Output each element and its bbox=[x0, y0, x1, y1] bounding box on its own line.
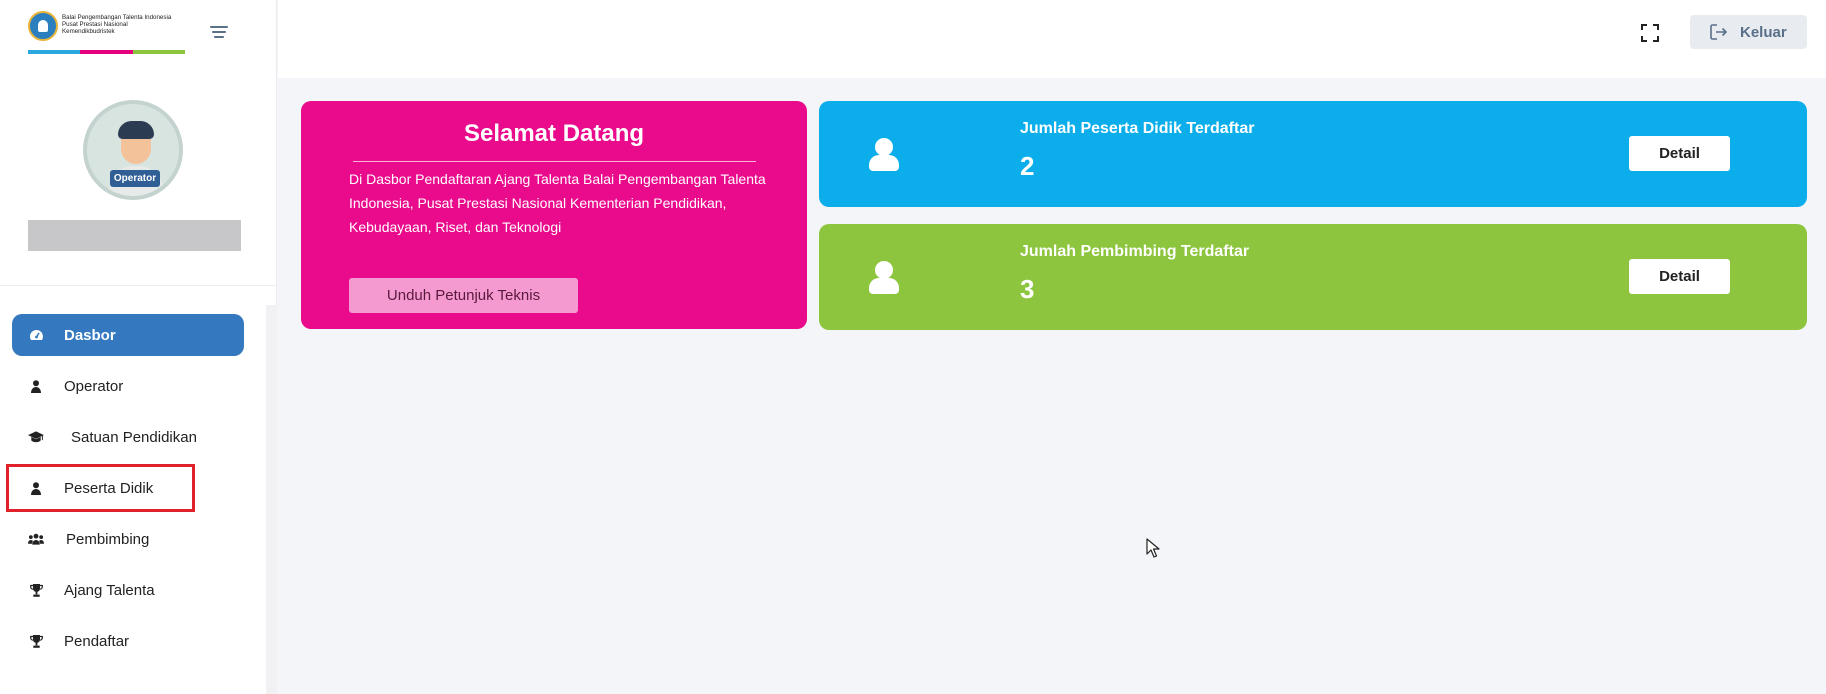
sidebar-scrollbar[interactable] bbox=[266, 305, 277, 694]
stat-value: 3 bbox=[1020, 274, 1035, 304]
sidebar-nav: Dasbor Operator Satuan Pendidikan Pesert… bbox=[6, 314, 244, 671]
sidebar-item-label: Peserta Didik bbox=[64, 479, 154, 497]
sidebar-item-label: Ajang Talenta bbox=[64, 581, 155, 599]
detail-button[interactable]: Detail bbox=[1629, 136, 1730, 171]
stat-value: 2 bbox=[1020, 151, 1035, 181]
sidebar-item-label: Pembimbing bbox=[66, 530, 150, 548]
logout-icon bbox=[1710, 24, 1728, 40]
redacted-user-name bbox=[28, 220, 241, 251]
logout-label: Keluar bbox=[1740, 23, 1787, 41]
stat-title: Jumlah Peserta Didik Terdaftar bbox=[1020, 120, 1255, 137]
sidebar-item-label: Dasbor bbox=[64, 326, 116, 344]
detail-button[interactable]: Detail bbox=[1629, 259, 1730, 294]
trophy-icon bbox=[28, 582, 44, 598]
sidebar-item-label: Pendaftar bbox=[64, 632, 130, 650]
users-icon bbox=[28, 531, 44, 547]
sidebar-item-peserta-didik[interactable]: Peserta Didik bbox=[6, 464, 244, 512]
sidebar-item-label: Operator bbox=[64, 377, 124, 395]
brand-text: Balai Pengembangan Talenta Indonesia Pus… bbox=[62, 14, 172, 36]
dashboard-icon bbox=[28, 327, 44, 343]
brand-stripe bbox=[28, 50, 185, 54]
mouse-cursor-icon bbox=[1146, 538, 1160, 558]
topbar bbox=[278, 0, 1826, 78]
menu-toggle-icon[interactable] bbox=[210, 26, 228, 40]
user-icon bbox=[28, 378, 44, 394]
stat-card-pembimbing: Jumlah Pembimbing Terdaftar 3 Detail bbox=[819, 224, 1807, 330]
sidebar: Balai Pengembangan Talenta Indonesia Pus… bbox=[0, 0, 277, 694]
welcome-text: Di Dasbor Pendaftaran Ajang Talenta Bala… bbox=[349, 171, 766, 235]
avatar: Operator bbox=[83, 100, 183, 200]
trophy-icon bbox=[28, 633, 44, 649]
download-guide-button[interactable]: Unduh Petunjuk Teknis bbox=[349, 278, 578, 313]
sidebar-item-pendaftar[interactable]: Pendaftar bbox=[12, 620, 244, 662]
welcome-title: Selamat Datang bbox=[463, 120, 645, 147]
tut-wuri-emblem-icon bbox=[28, 11, 58, 41]
sidebar-item-operator[interactable]: Operator bbox=[12, 365, 244, 407]
brand-logo[interactable]: Balai Pengembangan Talenta Indonesia Pus… bbox=[28, 10, 185, 56]
fullscreen-icon[interactable] bbox=[1641, 24, 1659, 42]
sidebar-item-ajang-talenta[interactable]: Ajang Talenta bbox=[12, 569, 244, 611]
sidebar-item-satuan-pendidikan[interactable]: Satuan Pendidikan bbox=[12, 416, 244, 458]
sidebar-item-dasbor[interactable]: Dasbor bbox=[12, 314, 244, 356]
welcome-card: Selamat Datang Di Dasbor Pendaftaran Aja… bbox=[301, 101, 807, 329]
stat-card-peserta-didik: Jumlah Peserta Didik Terdaftar 2 Detail bbox=[819, 101, 1807, 207]
user-icon bbox=[866, 135, 900, 175]
sidebar-divider bbox=[0, 285, 277, 286]
sidebar-item-label: Satuan Pendidikan bbox=[71, 428, 197, 446]
sidebar-item-pembimbing[interactable]: Pembimbing bbox=[12, 518, 244, 560]
stat-title: Jumlah Pembimbing Terdaftar bbox=[1020, 243, 1250, 260]
graduation-cap-icon bbox=[28, 429, 44, 445]
welcome-divider bbox=[353, 161, 756, 162]
user-icon bbox=[866, 258, 900, 298]
logout-button[interactable]: Keluar bbox=[1690, 15, 1807, 49]
role-badge: Operator bbox=[110, 170, 160, 187]
user-icon bbox=[28, 480, 44, 496]
